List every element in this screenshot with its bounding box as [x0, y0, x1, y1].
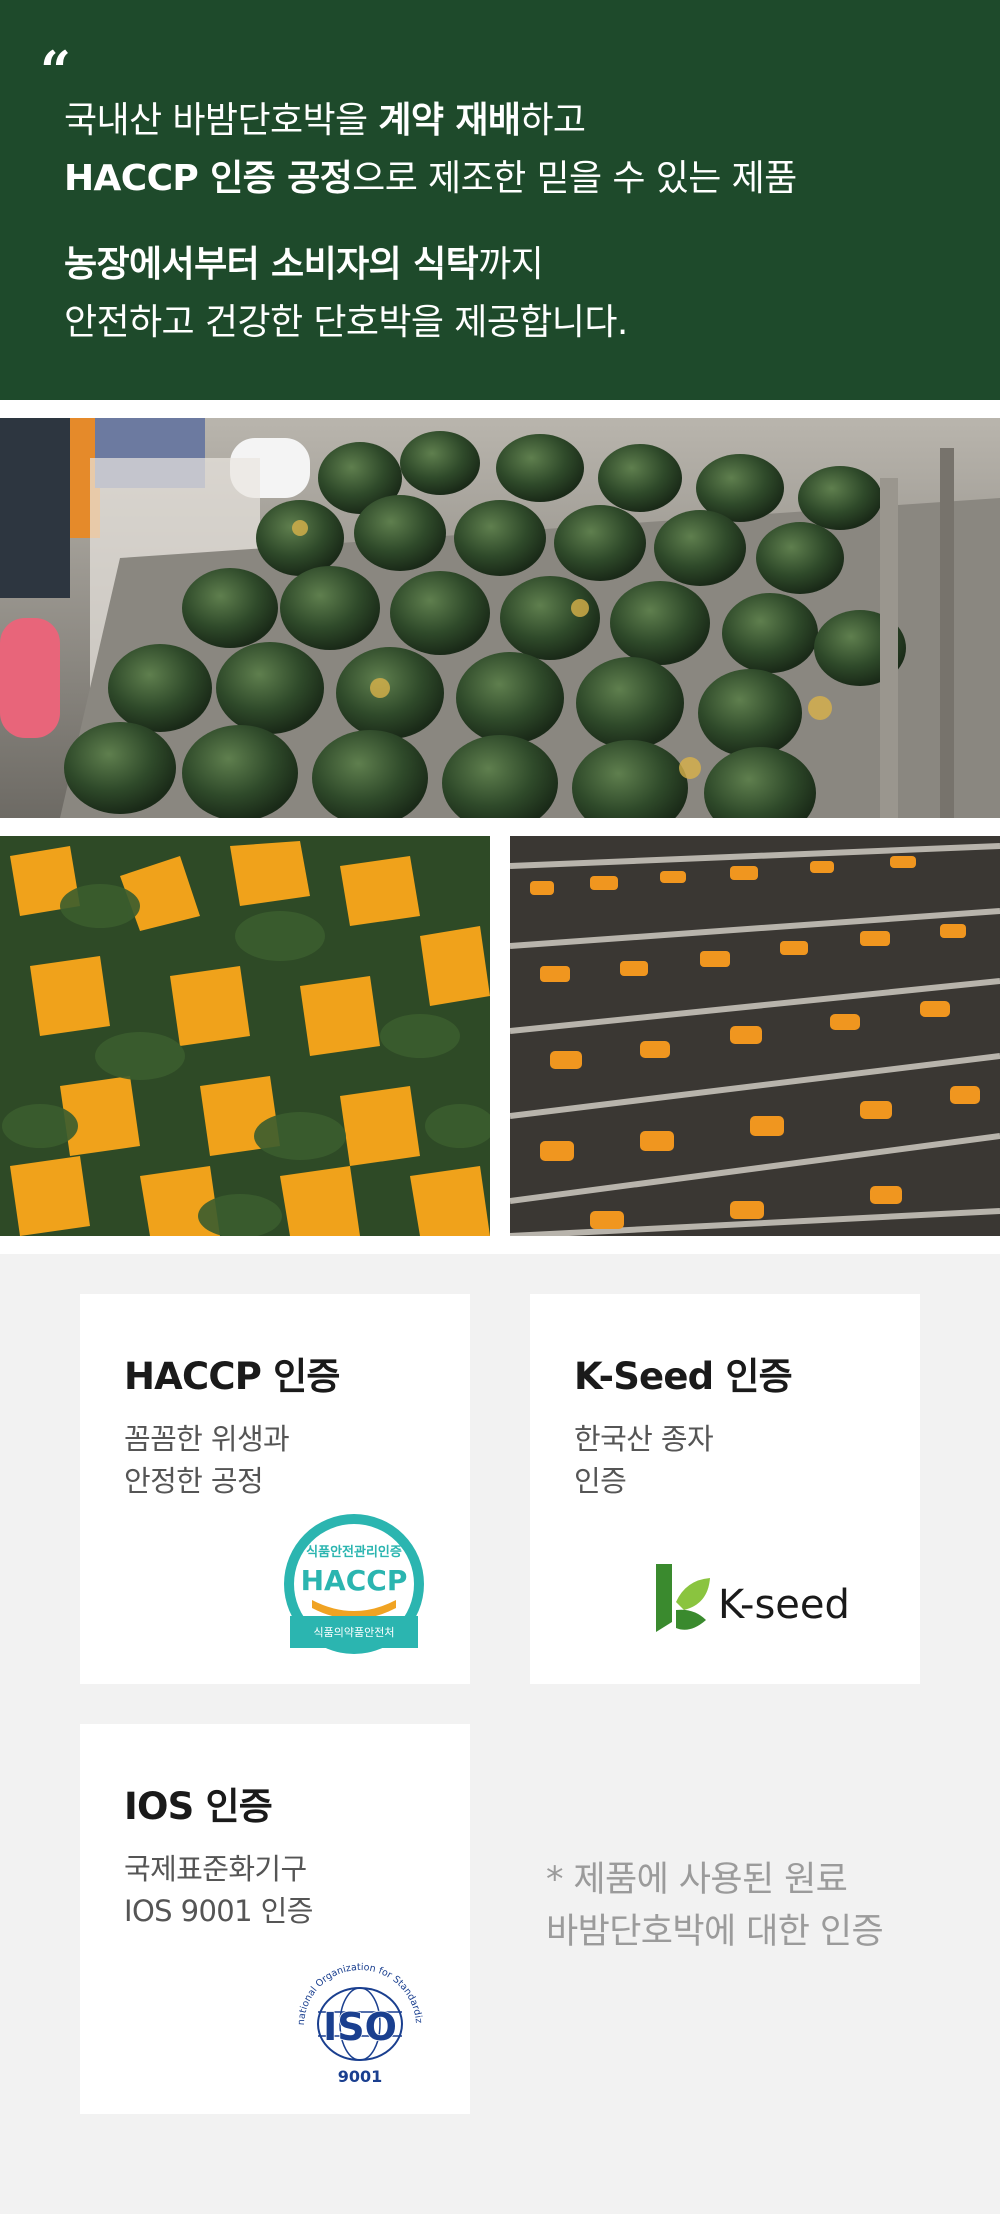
iso-logo-icon: International Organization for Standardi… — [290, 1948, 424, 2086]
hero-line-4: 안전하고 건강한 단호박을 제공합니다. — [64, 302, 628, 343]
hero-banner: “ 국내산 바밤단호박을 계약 재배하고 HACCP 인증 공정으로 제조한 믿… — [0, 0, 1000, 400]
pumpkin-conveyor-photo — [0, 418, 1000, 818]
svg-text:K-seed: K-seed — [718, 1582, 850, 1628]
card-desc: 꼼꼼한 위생과 안정한 공정 — [124, 1422, 290, 1498]
haccp-logo-icon: 식품안전관리인증 HACCP 식품의약품안전처 — [284, 1514, 424, 1654]
haccp-card: HACCP 인증 꼼꼼한 위생과 안정한 공정 식품안전관리인증 HACCP 식… — [80, 1294, 470, 1684]
hero-text: 국내산 바밤단호박을 계약 재배하고 HACCP 인증 공정으로 제조한 믿을 … — [64, 92, 797, 352]
hero-line-2: HACCP 인증 공정으로 제조한 믿을 수 있는 제품 — [64, 158, 797, 199]
card-title: IOS 인증 — [124, 1785, 273, 1828]
card-desc: 한국산 종자 인증 — [574, 1422, 714, 1498]
drying-rack-photo — [510, 836, 1000, 1236]
svg-text:HACCP: HACCP — [301, 1564, 408, 1597]
kseed-card: K-Seed 인증 한국산 종자 인증 K-seed — [530, 1294, 920, 1684]
svg-text:9001: 9001 — [338, 2067, 383, 2086]
svg-text:식품안전관리인증: 식품안전관리인증 — [306, 1544, 402, 1560]
quote-icon: “ — [40, 39, 72, 103]
svg-text:식품의약품안전처: 식품의약품안전처 — [314, 1625, 395, 1639]
cut-pumpkin-photo — [0, 836, 490, 1236]
certification-note: * 제품에 사용된 원료 바밤단호박에 대한 인증 — [546, 1860, 884, 1952]
kseed-logo-icon: K-seed — [656, 1564, 850, 1632]
hero-line-1: 국내산 바밤단호박을 계약 재배하고 — [64, 100, 586, 141]
card-title: K-Seed 인증 — [574, 1355, 793, 1398]
hero-line-3: 농장에서부터 소비자의 식탁까지 — [64, 244, 544, 285]
iso-card: IOS 인증 국제표준화기구 IOS 9001 인증 International… — [80, 1724, 470, 2114]
svg-text:ISO: ISO — [323, 2005, 397, 2049]
card-title: HACCP 인증 — [124, 1355, 340, 1398]
certification-section: HACCP 인증 꼼꼼한 위생과 안정한 공정 식품안전관리인증 HACCP 식… — [0, 1254, 1000, 2214]
card-desc: 국제표준화기구 IOS 9001 인증 — [124, 1852, 313, 1928]
